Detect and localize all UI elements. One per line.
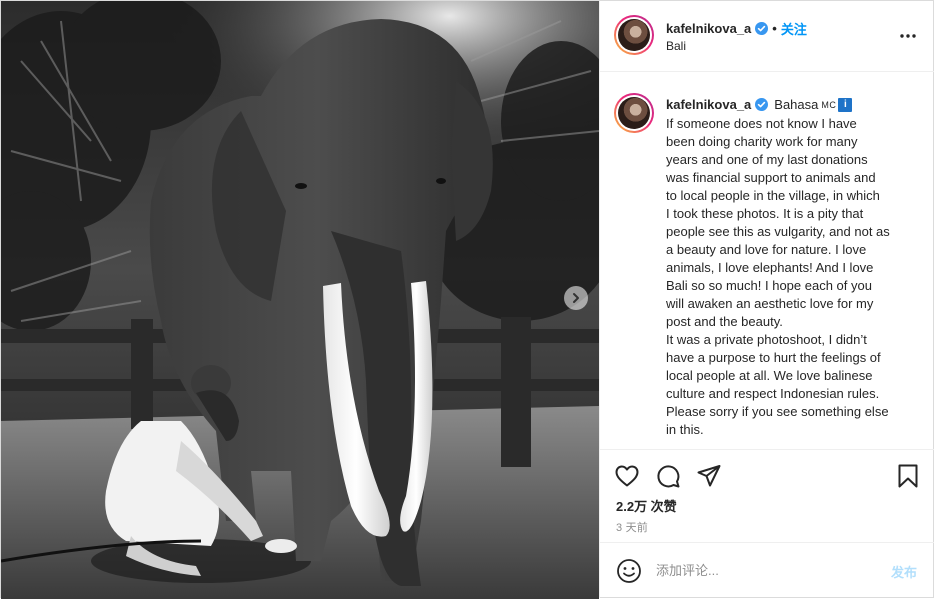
caption-line: have a purpose to hurt the feelings of [666, 350, 881, 365]
emoji-icon [617, 559, 641, 583]
avatar-image [618, 19, 650, 51]
caption-line: local people at all. We love balinese [666, 368, 873, 383]
comment-icon [657, 465, 680, 488]
follow-button[interactable]: 关注 [781, 19, 807, 38]
next-photo-button[interactable] [564, 286, 588, 310]
post-timestamp[interactable]: 3 天前 [616, 519, 648, 535]
like-count[interactable]: 2.2万 次赞 [616, 496, 677, 515]
caption-avatar[interactable] [614, 93, 654, 133]
language-code: MC [821, 99, 837, 110]
caption-line: culture and respect Indonesian rules. [666, 386, 880, 401]
share-button[interactable] [695, 462, 723, 490]
caption-line: I took these photos. It is a pity that [666, 206, 864, 221]
post-header: kafelnikova_a • 关注 Bali [600, 1, 934, 72]
post-photo[interactable] [1, 1, 599, 599]
more-options-button[interactable] [897, 25, 919, 47]
caption-line: people see this as vulgarity, and not as [666, 224, 890, 239]
bookmark-icon [898, 464, 918, 488]
emoji-button[interactable] [616, 558, 642, 584]
verified-badge-icon [755, 98, 769, 111]
caption-line: in this. [666, 422, 704, 437]
caption-line: years and one of my last donations [666, 152, 868, 167]
comment-bar: 发布 [600, 542, 934, 598]
caption-line: Please sorry if you see something else [666, 404, 889, 419]
caption-line: It was a private photoshoot, I didn’t [666, 332, 867, 347]
post-container: kafelnikova_a • 关注 Bali kafelnikova_a Ba… [0, 0, 934, 599]
caption-line: been doing charity work for many [666, 134, 858, 149]
avatar-image [618, 97, 650, 129]
post-side-panel: kafelnikova_a • 关注 Bali kafelnikova_a Ba… [599, 1, 934, 598]
caption-line: If someone does not know I have [666, 116, 857, 131]
info-icon[interactable]: i [838, 97, 853, 112]
save-button[interactable] [894, 462, 922, 490]
post-location[interactable]: Bali [666, 39, 686, 53]
caption-line: post and the beauty. [666, 314, 783, 329]
verified-badge-icon [755, 22, 769, 35]
send-icon [697, 465, 721, 487]
more-options-icon [900, 34, 916, 38]
caption-line: Bali so so much! I hope each of you [666, 278, 872, 293]
caption-username[interactable]: kafelnikova_a [666, 97, 751, 112]
like-button[interactable] [613, 462, 641, 490]
comment-button[interactable] [654, 462, 682, 490]
chevron-right-icon [573, 293, 579, 303]
heart-icon [615, 465, 639, 487]
caption-line: a beauty and love for nature. I love [666, 242, 867, 257]
comment-input[interactable] [656, 559, 876, 581]
avatar[interactable] [614, 15, 654, 55]
caption-text: If someone does not know I have been doi… [666, 115, 916, 439]
translate-language-label[interactable]: Bahasa [774, 97, 818, 112]
action-bar: 2.2万 次赞 3 天前 [600, 449, 934, 551]
post-comment-button[interactable]: 发布 [891, 562, 917, 581]
caption-section: kafelnikova_a Bahasa MC i If someone doe… [600, 73, 934, 449]
header-username[interactable]: kafelnikova_a [666, 21, 751, 36]
separator-dot: • [772, 21, 777, 36]
elephant-photo-illustration [1, 1, 599, 599]
caption-line: was financial support to animals and [666, 170, 876, 185]
caption-line: animals, I love elephants! And I love [666, 260, 874, 275]
caption-line: will awaken an aesthetic love for my [666, 296, 874, 311]
caption-header: kafelnikova_a Bahasa MC i [666, 97, 853, 112]
header-user-line: kafelnikova_a • 关注 [666, 19, 807, 38]
caption-line: to local people in the village, in which [666, 188, 880, 203]
